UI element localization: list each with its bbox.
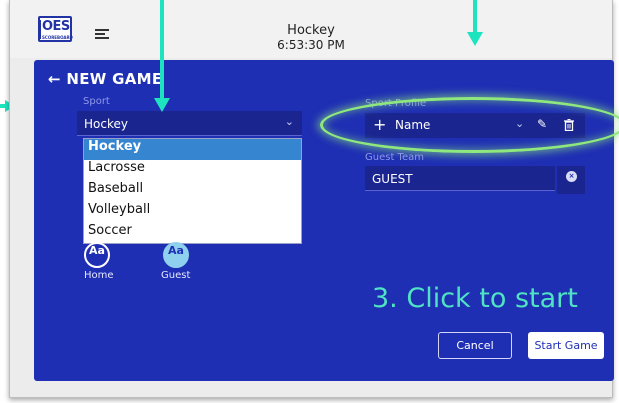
guest-team-value: GUEST: [372, 172, 413, 186]
scoreboard-title: Hockey: [287, 23, 335, 38]
sport-profile-highlight: [320, 97, 619, 153]
back-button[interactable]: ← NEW GAME: [48, 70, 162, 88]
start-game-button[interactable]: Start Game: [528, 332, 604, 359]
top-bar: OES SCOREBOARD Hockey 6:53:30 PM: [10, 0, 612, 58]
chevron-down-icon: ⌄: [284, 115, 294, 128]
home-team-icon[interactable]: Aa: [84, 242, 110, 268]
clock-time: 6:53:30 PM: [277, 38, 345, 52]
sport-select[interactable]: Hockey ⌄: [77, 111, 302, 136]
new-game-dialog: ← NEW GAME Sport Hockey ⌄ Hockey Lacross…: [34, 60, 619, 381]
sport-option-soccer[interactable]: Soccer: [84, 223, 301, 244]
cancel-button[interactable]: Cancel: [438, 332, 512, 359]
sport-option-hockey[interactable]: Hockey: [84, 139, 301, 160]
sport-select-value: Hockey: [84, 117, 128, 131]
sport-option-baseball[interactable]: Baseball: [84, 181, 301, 202]
sport-dropdown-menu: Hockey Lacrosse Baseball Volleyball Socc…: [83, 138, 302, 244]
guest-team-icon[interactable]: Aa: [163, 242, 189, 268]
sport-label: Sport: [83, 96, 110, 107]
guest-team-input[interactable]: GUEST: [365, 166, 555, 191]
guest-team-label: Guest Team: [365, 152, 424, 163]
app-window: OES SCOREBOARD Hockey 6:53:30 PM ← NEW G…: [9, 0, 619, 398]
sport-option-volleyball[interactable]: Volleyball: [84, 202, 301, 223]
guest-label: Guest: [161, 270, 191, 281]
instruction-annotation: 3. Click to start: [372, 283, 578, 314]
sport-option-lacrosse[interactable]: Lacrosse: [84, 160, 301, 181]
guest-team-clear-button[interactable]: ×: [557, 166, 585, 194]
home-label: Home: [84, 270, 114, 281]
clear-icon: ×: [566, 171, 577, 182]
